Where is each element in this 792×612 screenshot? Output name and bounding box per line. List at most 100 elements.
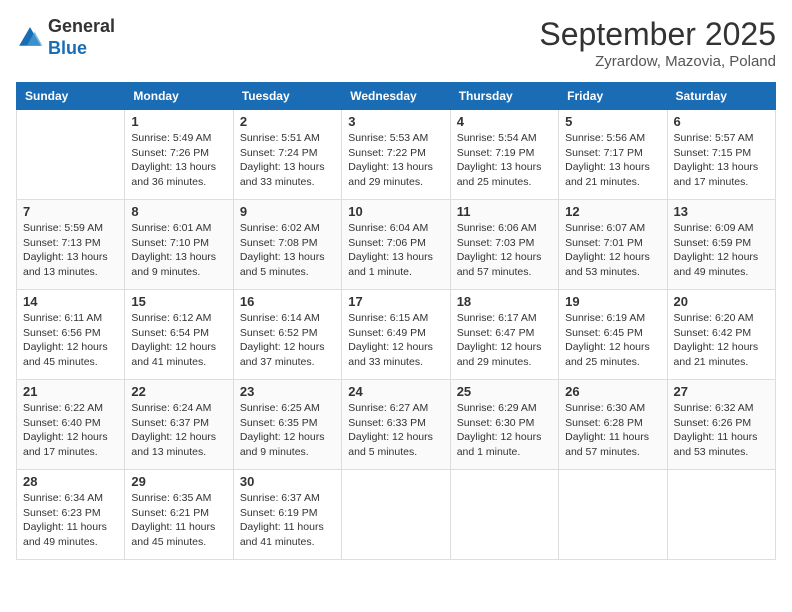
day-number: 9: [240, 204, 335, 219]
page-header: General Blue September 2025 Zyrardow, Ma…: [16, 16, 776, 70]
calendar-cell: 9 Sunrise: 6:02 AMSunset: 7:08 PMDaylight…: [233, 200, 341, 290]
calendar-day-header: Tuesday: [233, 83, 341, 110]
calendar-cell: 22 Sunrise: 6:24 AMSunset: 6:37 PMDayligh…: [125, 380, 233, 470]
day-info: Sunrise: 6:15 AMSunset: 6:49 PMDaylight:…: [348, 311, 443, 370]
calendar-week-row: 28 Sunrise: 6:34 AMSunset: 6:23 PMDayligh…: [17, 470, 776, 560]
calendar-week-row: 14Sunrise: 6:11 AMSunset: 6:56 PMDayligh…: [17, 290, 776, 380]
day-number: 4: [457, 114, 552, 129]
calendar-cell: 15 Sunrise: 6:12 AMSunset: 6:54 PMDayligh…: [125, 290, 233, 380]
day-info: Sunrise: 6:20 AMSunset: 6:42 PMDaylight:…: [674, 311, 769, 370]
day-number: 25: [457, 384, 552, 399]
calendar-cell: 11 Sunrise: 6:06 AMSunset: 7:03 PMDayligh…: [450, 200, 558, 290]
day-info: Sunrise: 6:11 AMSunset: 6:56 PMDaylight:…: [23, 311, 118, 370]
day-info: Sunrise: 5:59 AMSunset: 7:13 PMDaylight:…: [23, 221, 118, 280]
day-info: Sunrise: 6:02 AMSunset: 7:08 PMDaylight:…: [240, 221, 335, 280]
calendar-cell: 6 Sunrise: 5:57 AMSunset: 7:15 PMDaylight…: [667, 110, 775, 200]
calendar-cell: 30Sunrise: 6:37 AMSunset: 6:19 PMDayligh…: [233, 470, 341, 560]
calendar-cell: 18Sunrise: 6:17 AMSunset: 6:47 PMDayligh…: [450, 290, 558, 380]
day-number: 26: [565, 384, 660, 399]
day-number: 17: [348, 294, 443, 309]
day-number: 15: [131, 294, 226, 309]
day-number: 28: [23, 474, 118, 489]
calendar-cell: 16 Sunrise: 6:14 AMSunset: 6:52 PMDayligh…: [233, 290, 341, 380]
calendar-day-header: Thursday: [450, 83, 558, 110]
day-info: Sunrise: 5:53 AMSunset: 7:22 PMDaylight:…: [348, 131, 443, 190]
location: Zyrardow, Mazovia, Poland: [539, 53, 776, 70]
calendar-cell: 19Sunrise: 6:19 AMSunset: 6:45 PMDayligh…: [559, 290, 667, 380]
calendar-week-row: 7 Sunrise: 5:59 AMSunset: 7:13 PMDaylight…: [17, 200, 776, 290]
day-info: Sunrise: 5:56 AMSunset: 7:17 PMDaylight:…: [565, 131, 660, 190]
calendar-cell: 24 Sunrise: 6:27 AMSunset: 6:33 PMDayligh…: [342, 380, 450, 470]
calendar-cell: 3 Sunrise: 5:53 AMSunset: 7:22 PMDaylight…: [342, 110, 450, 200]
day-info: Sunrise: 6:06 AMSunset: 7:03 PMDaylight:…: [457, 221, 552, 280]
day-info: Sunrise: 6:35 AMSunset: 6:21 PMDaylight:…: [131, 491, 226, 550]
calendar-day-header: Monday: [125, 83, 233, 110]
calendar-cell: 25Sunrise: 6:29 AMSunset: 6:30 PMDayligh…: [450, 380, 558, 470]
day-info: Sunrise: 5:57 AMSunset: 7:15 PMDaylight:…: [674, 131, 769, 190]
day-info: Sunrise: 6:30 AMSunset: 6:28 PMDaylight:…: [565, 401, 660, 460]
day-number: 12: [565, 204, 660, 219]
calendar-cell: 2 Sunrise: 5:51 AMSunset: 7:24 PMDaylight…: [233, 110, 341, 200]
calendar-cell: 5Sunrise: 5:56 AMSunset: 7:17 PMDaylight…: [559, 110, 667, 200]
calendar-table: SundayMondayTuesdayWednesdayThursdayFrid…: [16, 82, 776, 560]
calendar-cell: [450, 470, 558, 560]
day-info: Sunrise: 6:04 AMSunset: 7:06 PMDaylight:…: [348, 221, 443, 280]
day-info: Sunrise: 6:14 AMSunset: 6:52 PMDaylight:…: [240, 311, 335, 370]
month-title: September 2025: [539, 16, 776, 53]
calendar-cell: 12 Sunrise: 6:07 AMSunset: 7:01 PMDayligh…: [559, 200, 667, 290]
calendar-cell: 23 Sunrise: 6:25 AMSunset: 6:35 PMDayligh…: [233, 380, 341, 470]
calendar-cell: 26 Sunrise: 6:30 AMSunset: 6:28 PMDayligh…: [559, 380, 667, 470]
day-info: Sunrise: 5:51 AMSunset: 7:24 PMDaylight:…: [240, 131, 335, 190]
day-info: Sunrise: 6:24 AMSunset: 6:37 PMDaylight:…: [131, 401, 226, 460]
day-number: 21: [23, 384, 118, 399]
logo-blue: Blue: [48, 38, 87, 58]
calendar-cell: 10 Sunrise: 6:04 AMSunset: 7:06 PMDayligh…: [342, 200, 450, 290]
calendar-cell: 17 Sunrise: 6:15 AMSunset: 6:49 PMDayligh…: [342, 290, 450, 380]
logo-text: General Blue: [48, 16, 115, 59]
day-info: Sunrise: 6:07 AMSunset: 7:01 PMDaylight:…: [565, 221, 660, 280]
day-number: 24: [348, 384, 443, 399]
day-number: 6: [674, 114, 769, 129]
calendar-cell: 20 Sunrise: 6:20 AMSunset: 6:42 PMDayligh…: [667, 290, 775, 380]
calendar-cell: [559, 470, 667, 560]
day-info: Sunrise: 6:37 AMSunset: 6:19 PMDaylight:…: [240, 491, 335, 550]
day-info: Sunrise: 6:34 AMSunset: 6:23 PMDaylight:…: [23, 491, 118, 550]
day-info: Sunrise: 6:22 AMSunset: 6:40 PMDaylight:…: [23, 401, 118, 460]
calendar-day-header: Saturday: [667, 83, 775, 110]
logo: General Blue: [16, 16, 115, 59]
day-info: Sunrise: 6:32 AMSunset: 6:26 PMDaylight:…: [674, 401, 769, 460]
day-number: 11: [457, 204, 552, 219]
day-number: 16: [240, 294, 335, 309]
day-number: 29: [131, 474, 226, 489]
day-number: 7: [23, 204, 118, 219]
day-info: Sunrise: 5:49 AMSunset: 7:26 PMDaylight:…: [131, 131, 226, 190]
day-info: Sunrise: 6:19 AMSunset: 6:45 PMDaylight:…: [565, 311, 660, 370]
calendar-day-header: Sunday: [17, 83, 125, 110]
day-info: Sunrise: 6:25 AMSunset: 6:35 PMDaylight:…: [240, 401, 335, 460]
calendar-cell: 29 Sunrise: 6:35 AMSunset: 6:21 PMDayligh…: [125, 470, 233, 560]
calendar-day-header: Friday: [559, 83, 667, 110]
calendar-cell: 27Sunrise: 6:32 AMSunset: 6:26 PMDayligh…: [667, 380, 775, 470]
day-info: Sunrise: 6:27 AMSunset: 6:33 PMDaylight:…: [348, 401, 443, 460]
day-info: Sunrise: 6:17 AMSunset: 6:47 PMDaylight:…: [457, 311, 552, 370]
day-info: Sunrise: 6:12 AMSunset: 6:54 PMDaylight:…: [131, 311, 226, 370]
calendar-cell: 1 Sunrise: 5:49 AMSunset: 7:26 PMDaylight…: [125, 110, 233, 200]
day-number: 22: [131, 384, 226, 399]
calendar-day-header: Wednesday: [342, 83, 450, 110]
calendar-cell: 7 Sunrise: 5:59 AMSunset: 7:13 PMDaylight…: [17, 200, 125, 290]
calendar-week-row: 21 Sunrise: 6:22 AMSunset: 6:40 PMDayligh…: [17, 380, 776, 470]
day-number: 3: [348, 114, 443, 129]
day-info: Sunrise: 5:54 AMSunset: 7:19 PMDaylight:…: [457, 131, 552, 190]
calendar-header-row: SundayMondayTuesdayWednesdayThursdayFrid…: [17, 83, 776, 110]
day-number: 1: [131, 114, 226, 129]
day-number: 8: [131, 204, 226, 219]
logo-general: General: [48, 16, 115, 36]
day-number: 20: [674, 294, 769, 309]
day-number: 23: [240, 384, 335, 399]
day-number: 10: [348, 204, 443, 219]
calendar-week-row: 1 Sunrise: 5:49 AMSunset: 7:26 PMDaylight…: [17, 110, 776, 200]
calendar-cell: 21 Sunrise: 6:22 AMSunset: 6:40 PMDayligh…: [17, 380, 125, 470]
day-info: Sunrise: 6:01 AMSunset: 7:10 PMDaylight:…: [131, 221, 226, 280]
calendar-cell: 4 Sunrise: 5:54 AMSunset: 7:19 PMDaylight…: [450, 110, 558, 200]
day-number: 2: [240, 114, 335, 129]
